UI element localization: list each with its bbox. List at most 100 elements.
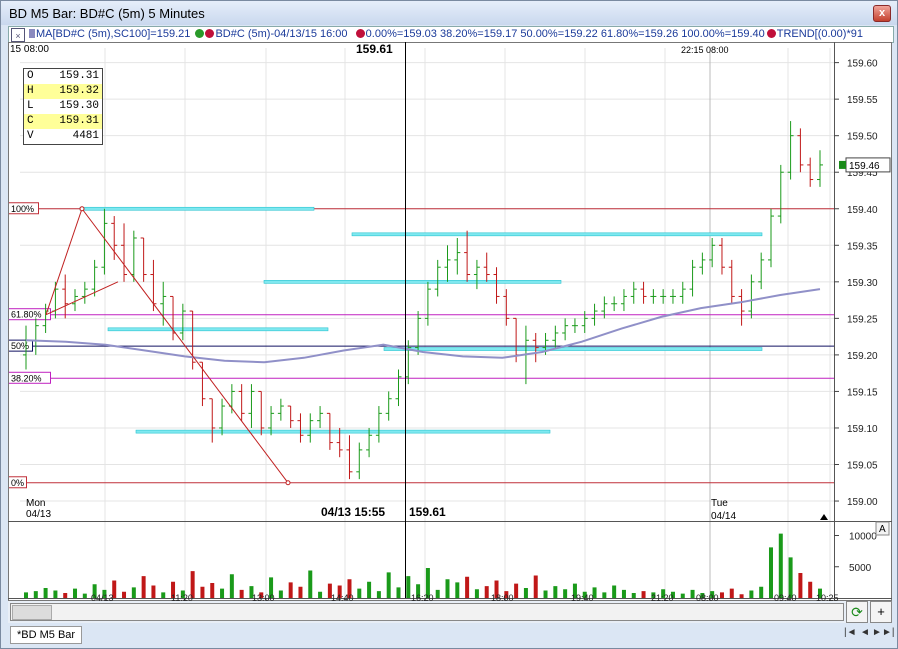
ohlc-row-high: H 159.32: [24, 84, 102, 99]
price-tick-label: 159.10: [847, 424, 878, 435]
time-tick-label: 19:40: [571, 593, 594, 601]
chart-frame: [8, 42, 892, 601]
volume-bar: [602, 592, 607, 598]
trend-line: [45, 208, 83, 315]
close-legend-icon[interactable]: ×: [11, 28, 25, 42]
volume-bar: [288, 582, 293, 598]
ohlc-box: O 159.31 H 159.32 L 159.30 C 159.31 V 4481: [23, 68, 103, 145]
volume-bar: [239, 589, 244, 598]
price-tick-label: 159.35: [847, 241, 878, 252]
price-tick-label: 159.25: [847, 314, 878, 325]
price-tick-label: 159.00: [847, 497, 878, 508]
volume-bar: [563, 589, 568, 598]
volume-bar: [788, 557, 793, 598]
cursor-price-label: 159.61: [356, 42, 393, 56]
indicator-legend[interactable]: × MA[BD#C (5m),SC100]=159.21 BD#C (5m)-04…: [8, 26, 894, 43]
volume-bar: [435, 589, 440, 598]
volume-bar: [396, 587, 401, 598]
volume-bar: [798, 573, 803, 598]
trend-anchor: [79, 206, 85, 212]
volume-bar: [690, 589, 695, 598]
last-price-marker: [839, 160, 846, 169]
price-chart-svg[interactable]: 100%61.80%50%38.20%0% 159.60159.55159.50…: [8, 42, 892, 603]
scroll-thumb[interactable]: [12, 605, 52, 620]
moving-average-line: [25, 288, 821, 364]
fib-level-label: 38.20%: [11, 373, 42, 383]
axes: 159.60159.55159.50159.45159.40159.35159.…: [8, 42, 892, 603]
header-right-time: 22:15 08:00: [681, 45, 729, 55]
time-tick-label: 10:25: [816, 593, 839, 601]
volume-bar: [533, 575, 538, 598]
volume-bar: [131, 587, 136, 598]
volume-bar: [455, 582, 460, 598]
title-bar[interactable]: BD M5 Bar: BD#C (5m) 5 Minutes x: [1, 1, 897, 25]
volume-bar: [484, 586, 489, 598]
legend-item-bars[interactable]: BD#C (5m)-04/13/15 16:00: [215, 27, 347, 41]
volume-bar: [151, 585, 156, 598]
volume-bar: [367, 581, 372, 598]
tab-first-icon[interactable]: |◄: [844, 627, 857, 638]
close-icon[interactable]: x: [873, 5, 891, 22]
volume-bar: [122, 591, 127, 598]
bottom-toolbar: ⟳ +: [8, 601, 892, 623]
chart-window: BD M5 Bar: BD#C (5m) 5 Minutes x × MA[BD#…: [0, 0, 898, 649]
price-tick-label: 159.60: [847, 59, 878, 70]
volume-bar: [318, 591, 323, 598]
ohlc-row-low: L 159.30: [27, 100, 99, 112]
volume-bar: [523, 588, 528, 598]
window-title: BD M5 Bar: BD#C (5m) 5 Minutes: [9, 6, 205, 21]
horizontal-scrollbar[interactable]: [10, 603, 844, 621]
volume-bar: [778, 533, 783, 598]
bars-color-icon: [195, 29, 205, 38]
ma-color-icon: [29, 29, 35, 38]
volume-bar: [729, 588, 734, 598]
tab-next-icon[interactable]: ►: [872, 627, 882, 638]
volume-bar: [278, 590, 283, 598]
day-label-tue: Tue: [711, 498, 728, 509]
tab-bar: *BD M5 Bar |◄ ◄ ► ►|: [8, 625, 895, 644]
fib-level-label: 61.80%: [11, 310, 42, 320]
volume-bar: [308, 570, 313, 598]
tab-prev-icon[interactable]: ◄: [860, 627, 870, 638]
tab-bd-m5-bar[interactable]: *BD M5 Bar: [10, 626, 83, 644]
support-zone: [79, 206, 315, 211]
sync-button[interactable]: ⟳: [846, 601, 868, 623]
volume-bar: [229, 574, 234, 598]
price-tick-label: 159.55: [847, 95, 878, 106]
time-tick-label: 13:00: [252, 593, 275, 601]
volume-bar: [200, 586, 205, 598]
ohlc-row-volume: V 4481: [27, 130, 99, 142]
tab-last-icon[interactable]: ►|: [882, 627, 895, 638]
volume-bar: [680, 593, 685, 598]
ohlc-row-close: C 159.31: [24, 114, 102, 129]
support-zone: [263, 280, 562, 284]
support-zones[interactable]: [79, 206, 763, 434]
end-marker-icon: [820, 514, 828, 520]
price-tick-label: 159.50: [847, 132, 878, 143]
volume-bar: [220, 588, 225, 598]
volume-bar: [73, 588, 78, 598]
zoom-in-button[interactable]: +: [870, 601, 892, 623]
trend-anchor: [285, 480, 291, 486]
price-bars: [23, 121, 823, 480]
volume-bar: [543, 590, 548, 598]
legend-item-ma[interactable]: MA[BD#C (5m),SC100]=159.21: [36, 27, 190, 41]
legend-item-fib[interactable]: 0.00%=159.03 38.20%=159.17 50.00%=159.22…: [366, 27, 765, 41]
trend-line: [45, 281, 119, 316]
support-zone: [351, 232, 763, 237]
price-tick-label: 159.20: [847, 351, 878, 362]
chart-area[interactable]: 100% 61.80% 50% 38.20% 0% 159.60 159.55 159.50…: [8, 42, 892, 603]
ohlc-row-open: O 159.31: [27, 70, 99, 82]
volume-bar: [298, 586, 303, 598]
legend-item-trend[interactable]: TREND[(0.00)*91: [777, 27, 863, 41]
last-price-tag-text: 159.46: [849, 161, 880, 172]
trend-color-icon: [766, 29, 776, 38]
time-tick-label: 18:00: [491, 593, 514, 601]
volume-bar: [82, 593, 87, 598]
time-tick-label: 08:00: [696, 593, 719, 601]
volume-bars: [24, 533, 822, 598]
volume-bar: [631, 593, 636, 598]
date-label-mon: 04/13: [26, 509, 51, 520]
volume-bar: [768, 547, 773, 598]
volume-bar: [43, 588, 48, 598]
